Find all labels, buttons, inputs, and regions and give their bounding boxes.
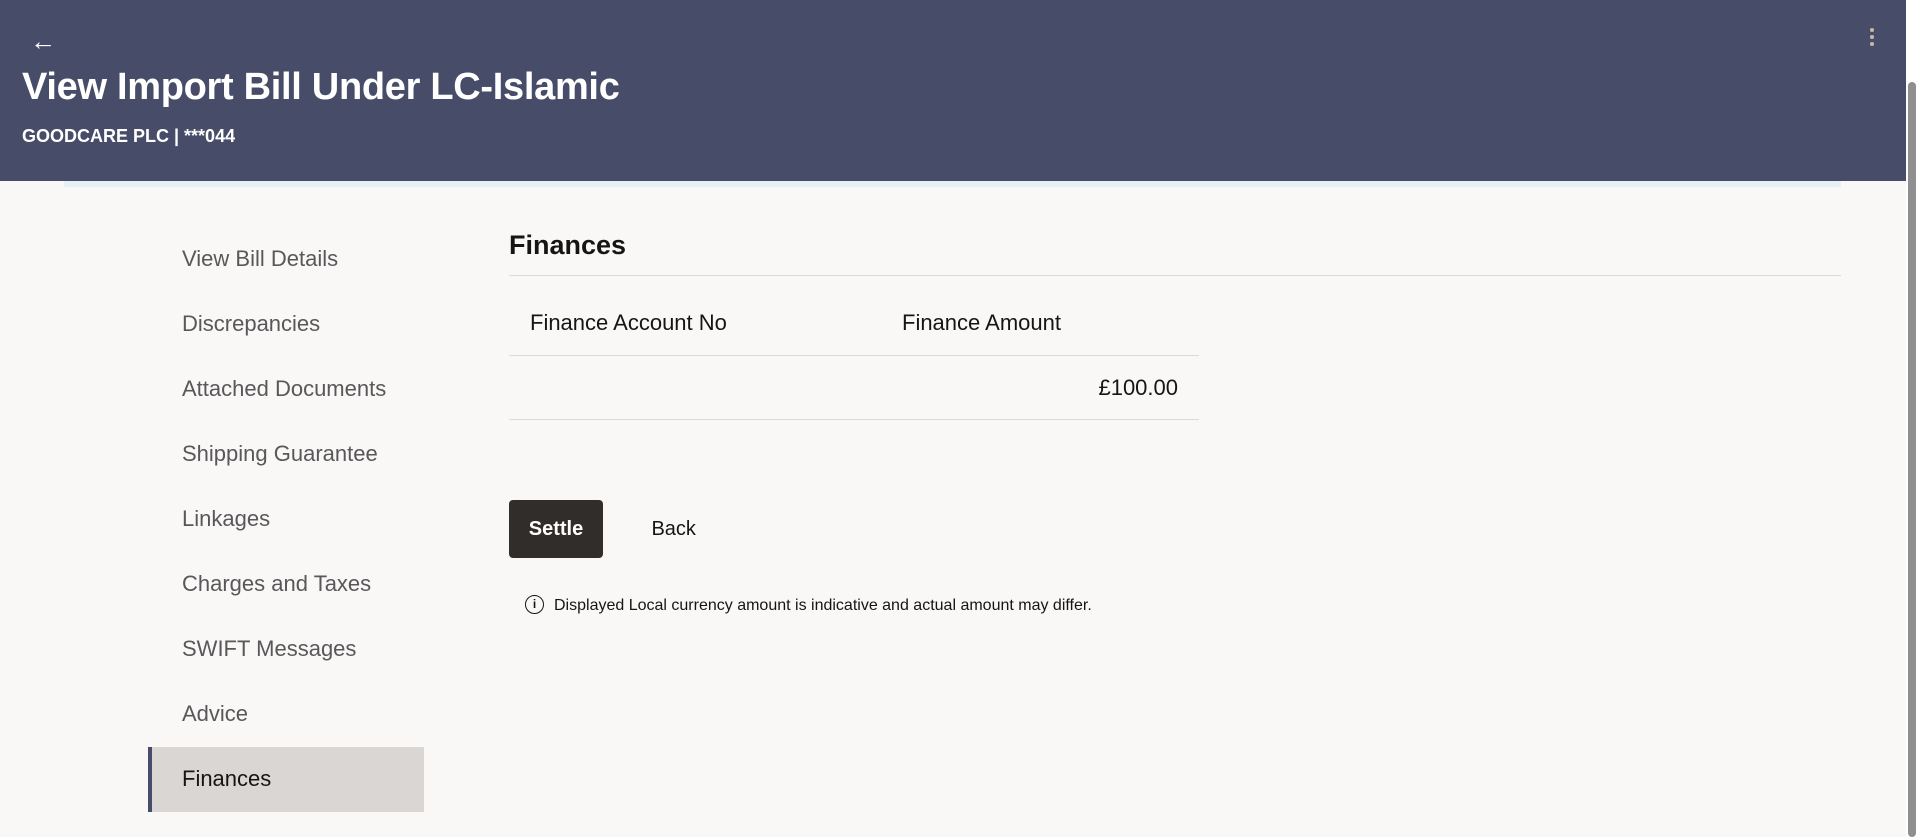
finances-panel: Finances Finance Account No Finance Amou… <box>509 225 1841 618</box>
nav-item-discrepancies[interactable]: Discrepancies <box>148 292 424 357</box>
left-arrow-icon[interactable]: ← <box>30 26 60 56</box>
section-title: Finances <box>509 225 1841 276</box>
nav-item-linkages[interactable]: Linkages <box>148 487 424 552</box>
scrollbar-thumb[interactable] <box>1908 82 1916 837</box>
back-button[interactable]: Back <box>651 500 695 558</box>
nav-item-view-bill-details[interactable]: View Bill Details <box>148 227 424 292</box>
nav-item-charges-and-taxes[interactable]: Charges and Taxes <box>148 552 424 617</box>
settle-button[interactable]: Settle <box>509 500 603 558</box>
nav-item-advice[interactable]: Advice <box>148 682 424 747</box>
nav-item-finances[interactable]: Finances <box>148 747 424 812</box>
disclaimer-text: Displayed Local currency amount is indic… <box>554 597 1092 614</box>
nav-item-swift-messages[interactable]: SWIFT Messages <box>148 617 424 682</box>
table-header-row: Finance Account No Finance Amount <box>509 291 1199 356</box>
currency-disclaimer: i Displayed Local currency amount is indi… <box>525 594 1841 618</box>
info-icon: i <box>525 595 544 614</box>
page-title: View Import Bill Under LC-Islamic <box>22 66 620 108</box>
finance-account-no-cell <box>509 355 881 420</box>
nav-item-shipping-guarantee[interactable]: Shipping Guarantee <box>148 422 424 487</box>
header-divider <box>64 181 1841 187</box>
finances-table: Finance Account No Finance Amount £100.0… <box>509 291 1199 420</box>
column-header-finance-account-no: Finance Account No <box>509 291 881 356</box>
finance-amount-cell: £100.00 <box>881 355 1199 420</box>
section-nav: View Bill Details Discrepancies Attached… <box>148 227 424 812</box>
kebab-menu-icon[interactable] <box>1864 28 1880 52</box>
party-account-subtitle: GOODCARE PLC | ***044 <box>22 126 236 146</box>
nav-item-attached-documents[interactable]: Attached Documents <box>148 357 424 422</box>
action-bar: Settle Back <box>509 500 1841 558</box>
page-header: ← View Import Bill Under LC-Islamic GOOD… <box>0 0 1906 181</box>
column-header-finance-amount: Finance Amount <box>881 291 1199 356</box>
table-row: £100.00 <box>509 355 1199 420</box>
